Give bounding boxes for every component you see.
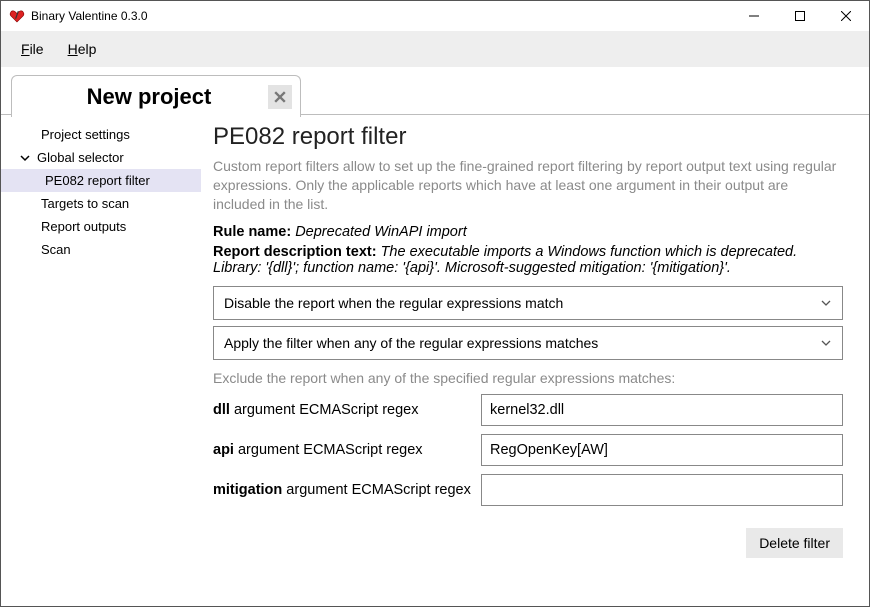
- rule-name-row: Rule name: Deprecated WinAPI import: [213, 224, 843, 240]
- sidebar-group-global-selector[interactable]: Global selector: [1, 146, 201, 169]
- tabstrip: New project: [1, 67, 869, 115]
- app-window: Binary Valentine 0.3.0 File Help New pro…: [0, 0, 870, 607]
- body: Project settings Global selector PE082 r…: [1, 115, 869, 606]
- page-title: PE082 report filter: [213, 123, 843, 151]
- regex-input-dll[interactable]: [481, 394, 843, 426]
- select-apply-mode-text: Apply the filter when any of the regular…: [224, 335, 820, 351]
- minimize-button[interactable]: [731, 1, 777, 31]
- sidebar-item-scan[interactable]: Scan: [1, 238, 201, 261]
- content: PE082 report filter Custom report filter…: [201, 115, 869, 606]
- delete-filter-button[interactable]: Delete filter: [746, 528, 843, 558]
- sidebar-item-project-settings[interactable]: Project settings: [1, 123, 201, 146]
- rule-name-value: Deprecated WinAPI import: [295, 224, 467, 240]
- chevron-down-icon: [820, 337, 832, 349]
- regex-row-mitigation: mitigation argument ECMAScript regex: [213, 474, 843, 506]
- tab-title: New project: [30, 84, 268, 110]
- rule-name-label: Rule name:: [213, 224, 291, 240]
- button-row: Delete filter: [213, 528, 843, 558]
- sidebar-group-label: Global selector: [37, 150, 124, 165]
- sidebar-item-targets[interactable]: Targets to scan: [1, 192, 201, 215]
- chevron-down-icon: [820, 297, 832, 309]
- regex-label-dll: dll argument ECMAScript regex: [213, 402, 481, 418]
- chevron-down-icon: [19, 152, 31, 164]
- regex-input-api[interactable]: [481, 434, 843, 466]
- menubar: File Help: [1, 31, 869, 67]
- sidebar-item-pe082-filter[interactable]: PE082 report filter: [1, 169, 201, 192]
- select-apply-mode[interactable]: Apply the filter when any of the regular…: [213, 326, 843, 360]
- menu-file[interactable]: File: [9, 35, 56, 63]
- regex-label-mitigation: mitigation argument ECMAScript regex: [213, 482, 481, 498]
- report-desc-label: Report description text:: [213, 244, 377, 260]
- menu-file-rest: ile: [30, 41, 44, 57]
- select-disable-mode-text: Disable the report when the regular expr…: [224, 295, 820, 311]
- select-disable-mode[interactable]: Disable the report when the regular expr…: [213, 286, 843, 320]
- menu-help-rest: elp: [78, 41, 97, 57]
- titlebar: Binary Valentine 0.3.0: [1, 1, 869, 31]
- regex-row-api: api argument ECMAScript regex: [213, 434, 843, 466]
- sidebar: Project settings Global selector PE082 r…: [1, 115, 201, 606]
- tab-mask: [12, 114, 300, 115]
- tab-new-project[interactable]: New project: [11, 75, 301, 117]
- regex-row-dll: dll argument ECMAScript regex: [213, 394, 843, 426]
- exclude-hint: Exclude the report when any of the speci…: [213, 370, 843, 386]
- sidebar-item-outputs[interactable]: Report outputs: [1, 215, 201, 238]
- page-description: Custom report filters allow to set up th…: [213, 157, 843, 214]
- maximize-button[interactable]: [777, 1, 823, 31]
- regex-label-api: api argument ECMAScript regex: [213, 442, 481, 458]
- close-icon: [274, 91, 286, 103]
- close-button[interactable]: [823, 1, 869, 31]
- report-desc-row: Report description text: The executable …: [213, 244, 843, 276]
- window-title: Binary Valentine 0.3.0: [31, 9, 731, 23]
- regex-input-mitigation[interactable]: [481, 474, 843, 506]
- app-icon: [9, 8, 25, 24]
- tab-close-button[interactable]: [268, 85, 292, 109]
- menu-help[interactable]: Help: [56, 35, 109, 63]
